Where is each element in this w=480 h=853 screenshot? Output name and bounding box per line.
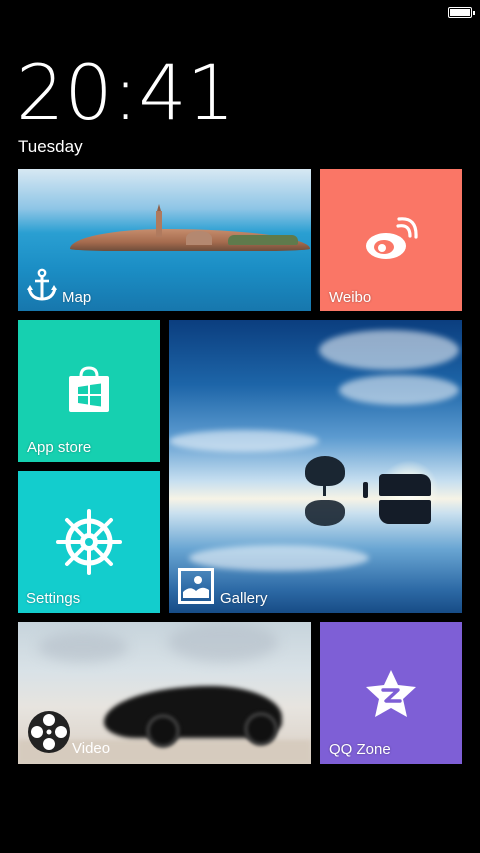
tile-video[interactable]: Video bbox=[18, 622, 311, 764]
battery-nub bbox=[473, 11, 475, 15]
gallery-cloud bbox=[339, 375, 459, 405]
gallery-piano-reflection bbox=[379, 500, 431, 524]
clock-time: 20:41 bbox=[16, 48, 236, 137]
gallery-cloud bbox=[169, 430, 319, 452]
gallery-cloud bbox=[189, 545, 369, 571]
video-background-blur bbox=[38, 632, 128, 662]
tile-settings[interactable]: Settings bbox=[18, 471, 160, 613]
tile-app-store-label: App store bbox=[27, 439, 92, 456]
picture-icon bbox=[178, 568, 214, 604]
map-bell-tower bbox=[156, 204, 162, 237]
weibo-icon bbox=[366, 217, 418, 259]
store-bag-icon bbox=[69, 366, 109, 412]
tile-map-label: Map bbox=[62, 289, 92, 306]
tile-qq-zone[interactable]: QQ Zone bbox=[320, 622, 462, 764]
gallery-piano bbox=[379, 474, 431, 496]
tile-app-store[interactable]: App store bbox=[18, 320, 160, 462]
tile-weibo-label: Weibo bbox=[329, 289, 372, 306]
map-trees bbox=[228, 235, 298, 245]
gallery-tree-trunk bbox=[323, 482, 326, 496]
clock-day: Tuesday bbox=[18, 137, 83, 156]
gallery-person bbox=[363, 482, 368, 498]
tile-video-label: Video bbox=[72, 740, 111, 757]
qq-star-icon bbox=[366, 670, 416, 717]
map-dome bbox=[186, 231, 212, 245]
tile-qq-zone-label: QQ Zone bbox=[329, 741, 391, 758]
gallery-cloud bbox=[319, 330, 459, 370]
battery-level bbox=[450, 9, 470, 16]
anchor-icon bbox=[27, 268, 57, 301]
gallery-tree-reflection bbox=[305, 500, 345, 526]
video-car-wheel bbox=[244, 712, 278, 746]
tile-map[interactable]: Map bbox=[18, 169, 311, 311]
film-reel-icon bbox=[28, 711, 70, 753]
tile-settings-label: Settings bbox=[26, 590, 81, 607]
battery-icon bbox=[448, 7, 475, 18]
status-bar bbox=[0, 0, 480, 26]
ship-wheel-icon bbox=[56, 509, 122, 575]
tile-gallery[interactable]: Gallery bbox=[169, 320, 462, 613]
video-background-blur bbox=[168, 622, 278, 662]
tile-weibo[interactable]: Weibo bbox=[320, 169, 462, 311]
tile-gallery-label: Gallery bbox=[220, 590, 268, 607]
video-car-wheel bbox=[146, 714, 180, 748]
